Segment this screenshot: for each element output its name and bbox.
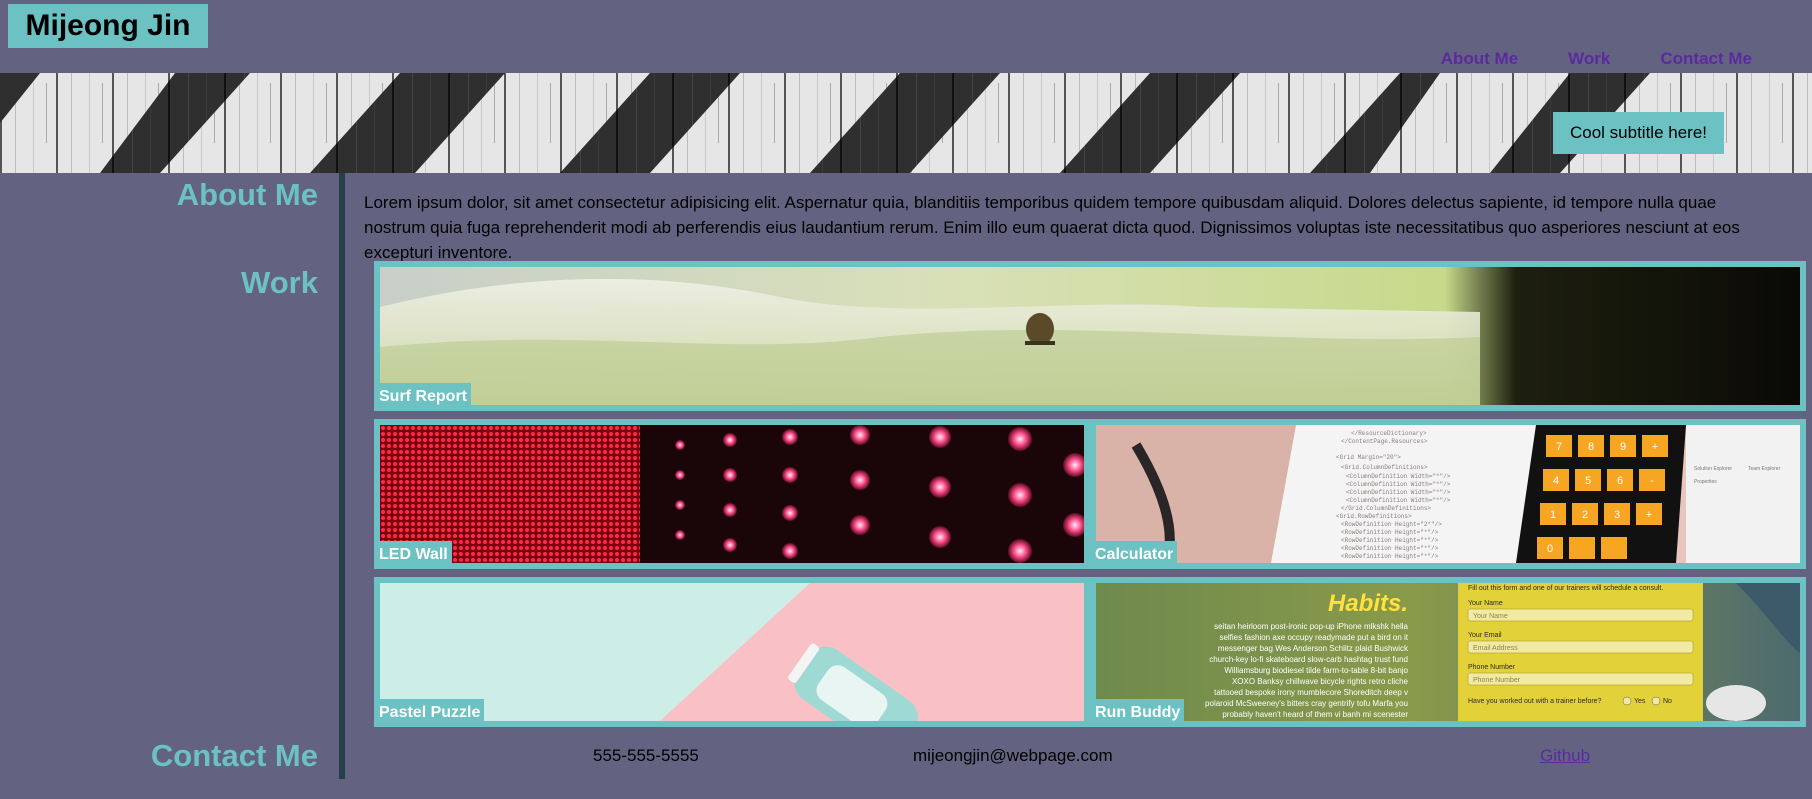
- run-buddy-body-lines: seitan heirloom post-ironic pop-up iPhon…: [1205, 622, 1409, 719]
- calculator-key: +: [1652, 441, 1658, 453]
- code-line: <Grid.RowDefinitions>: [1336, 513, 1412, 520]
- form-option: No: [1663, 698, 1672, 705]
- code-line: <RowDefinition Height="*"/>: [1341, 537, 1439, 544]
- code-line: </ContentPage.Resources>: [1341, 438, 1428, 445]
- code-line: <Grid Margin="20">: [1336, 454, 1401, 461]
- contact-email: mijeongjin@webpage.com: [913, 746, 1113, 765]
- body-line: probably haven't heard of them vi banh m…: [1222, 710, 1408, 719]
- contact-me-heading: Contact Me: [150, 738, 318, 773]
- panel-item: Solution Explorer: [1694, 466, 1732, 472]
- run-buddy-label: Run Buddy: [1090, 699, 1185, 727]
- calculator-key: 7: [1556, 441, 1562, 453]
- hero-subtitle: Cool subtitle here!: [1553, 112, 1724, 154]
- section-divider: [339, 173, 345, 779]
- form-option: Yes: [1634, 698, 1646, 705]
- form-label: Your Name: [1468, 600, 1503, 607]
- code-line: <RowDefinition Height="*"/>: [1341, 529, 1439, 536]
- calculator-key: 5: [1585, 475, 1591, 487]
- calculator-key: -: [1650, 475, 1654, 487]
- work-card-run-buddy[interactable]: Habits. seitan heirloom post-ironic pop-…: [1090, 577, 1806, 727]
- calculator-key: 2: [1582, 509, 1588, 521]
- pastel-puzzle-label: Pastel Puzzle: [374, 699, 485, 727]
- form-intro: Fill out this form and one of our traine…: [1468, 585, 1663, 592]
- about-me-heading: About Me: [176, 177, 318, 212]
- form-placeholder: Email Address: [1473, 645, 1518, 652]
- surf-report-image: [380, 267, 1800, 405]
- body-line: church-key lo-fi skateboard slow-carb ha…: [1209, 655, 1408, 664]
- about-me-text: Lorem ipsum dolor, sit amet consectetur …: [364, 193, 1740, 262]
- code-line: </Grid.ColumnDefinitions>: [1341, 505, 1431, 512]
- panel-item: Properties: [1694, 479, 1717, 485]
- calculator-key: +: [1646, 509, 1652, 521]
- hero-banner: [0, 73, 1812, 173]
- form-label: Phone Number: [1468, 664, 1516, 671]
- main-nav: About Me Work Contact Me: [1391, 49, 1752, 69]
- calculator-key: 4: [1553, 475, 1559, 487]
- work-card-calculator[interactable]: </ResourceDictionary> </ContentPage.Reso…: [1090, 419, 1806, 569]
- pastel-puzzle-image: [380, 583, 1084, 721]
- surf-report-label: Surf Report: [374, 383, 471, 411]
- body-line: seitan heirloom post-ironic pop-up iPhon…: [1214, 622, 1408, 631]
- panel-item: Team Explorer: [1748, 466, 1781, 472]
- form-question: Have you worked out with a trainer befor…: [1468, 698, 1602, 705]
- body-line: tattooed bespoke irony mumblecore Shored…: [1214, 688, 1408, 697]
- led-wall-image: [380, 425, 1084, 563]
- nav-about-me[interactable]: About Me: [1441, 49, 1518, 69]
- calculator-key: 1: [1550, 509, 1556, 521]
- code-line: <ColumnDefinition Width="*"/>: [1346, 497, 1451, 504]
- code-line: <RowDefinition Height="*"/>: [1341, 553, 1439, 560]
- body-line: XOXO Banksy chillwave bicycle rights ret…: [1232, 677, 1409, 686]
- form-label: Your Email: [1468, 632, 1502, 639]
- code-line: <RowDefinition Height="*"/>: [1341, 545, 1439, 552]
- work-heading: Work: [241, 265, 318, 300]
- code-line: <Grid.ColumnDefinitions>: [1341, 464, 1428, 471]
- nav-contact-me[interactable]: Contact Me: [1660, 49, 1752, 69]
- body-line: messenger bag Wes Anderson Schlitz plaid…: [1218, 644, 1409, 653]
- body-line: polaroid McSweeney's bitters cray gentri…: [1205, 699, 1408, 708]
- calculator-image: </ResourceDictionary> </ContentPage.Reso…: [1096, 425, 1800, 563]
- work-card-led-wall[interactable]: LED Wall: [374, 419, 1090, 569]
- run-buddy-habits-text: Habits.: [1328, 590, 1408, 617]
- code-line: <ColumnDefinition Width="*"/>: [1346, 473, 1451, 480]
- calculator-key: 3: [1614, 509, 1620, 521]
- calculator-key: 8: [1588, 441, 1594, 453]
- brand-title: Mijeong Jin: [8, 4, 208, 48]
- calculator-label: Calculator: [1090, 541, 1178, 569]
- nav-work[interactable]: Work: [1568, 49, 1610, 69]
- calculator-key: 6: [1617, 475, 1623, 487]
- github-link[interactable]: Github: [1540, 746, 1590, 766]
- contact-phone: 555-555-5555: [593, 746, 699, 765]
- body-line: Williamsburg biodiesel tilde farm-to-tab…: [1224, 666, 1408, 675]
- work-card-surf-report[interactable]: Surf Report: [374, 261, 1806, 411]
- run-buddy-image: Habits. seitan heirloom post-ironic pop-…: [1096, 583, 1800, 721]
- form-placeholder: Your Name: [1473, 613, 1508, 620]
- hero-image: [0, 73, 1812, 173]
- calculator-key: 9: [1620, 441, 1626, 453]
- led-wall-label: LED Wall: [374, 541, 452, 569]
- code-line: </ResourceDictionary>: [1351, 430, 1427, 437]
- code-line: <ColumnDefinition Width="*"/>: [1346, 481, 1451, 488]
- form-placeholder: Phone Number: [1473, 677, 1521, 684]
- work-card-pastel-puzzle[interactable]: Pastel Puzzle: [374, 577, 1090, 727]
- calculator-key: 0: [1547, 543, 1553, 555]
- code-line: <ColumnDefinition Width="*"/>: [1346, 489, 1451, 496]
- code-line: <RowDefinition Height="2*"/>: [1341, 521, 1442, 528]
- body-line: selfies fashion axe occupy readymade put…: [1219, 633, 1408, 642]
